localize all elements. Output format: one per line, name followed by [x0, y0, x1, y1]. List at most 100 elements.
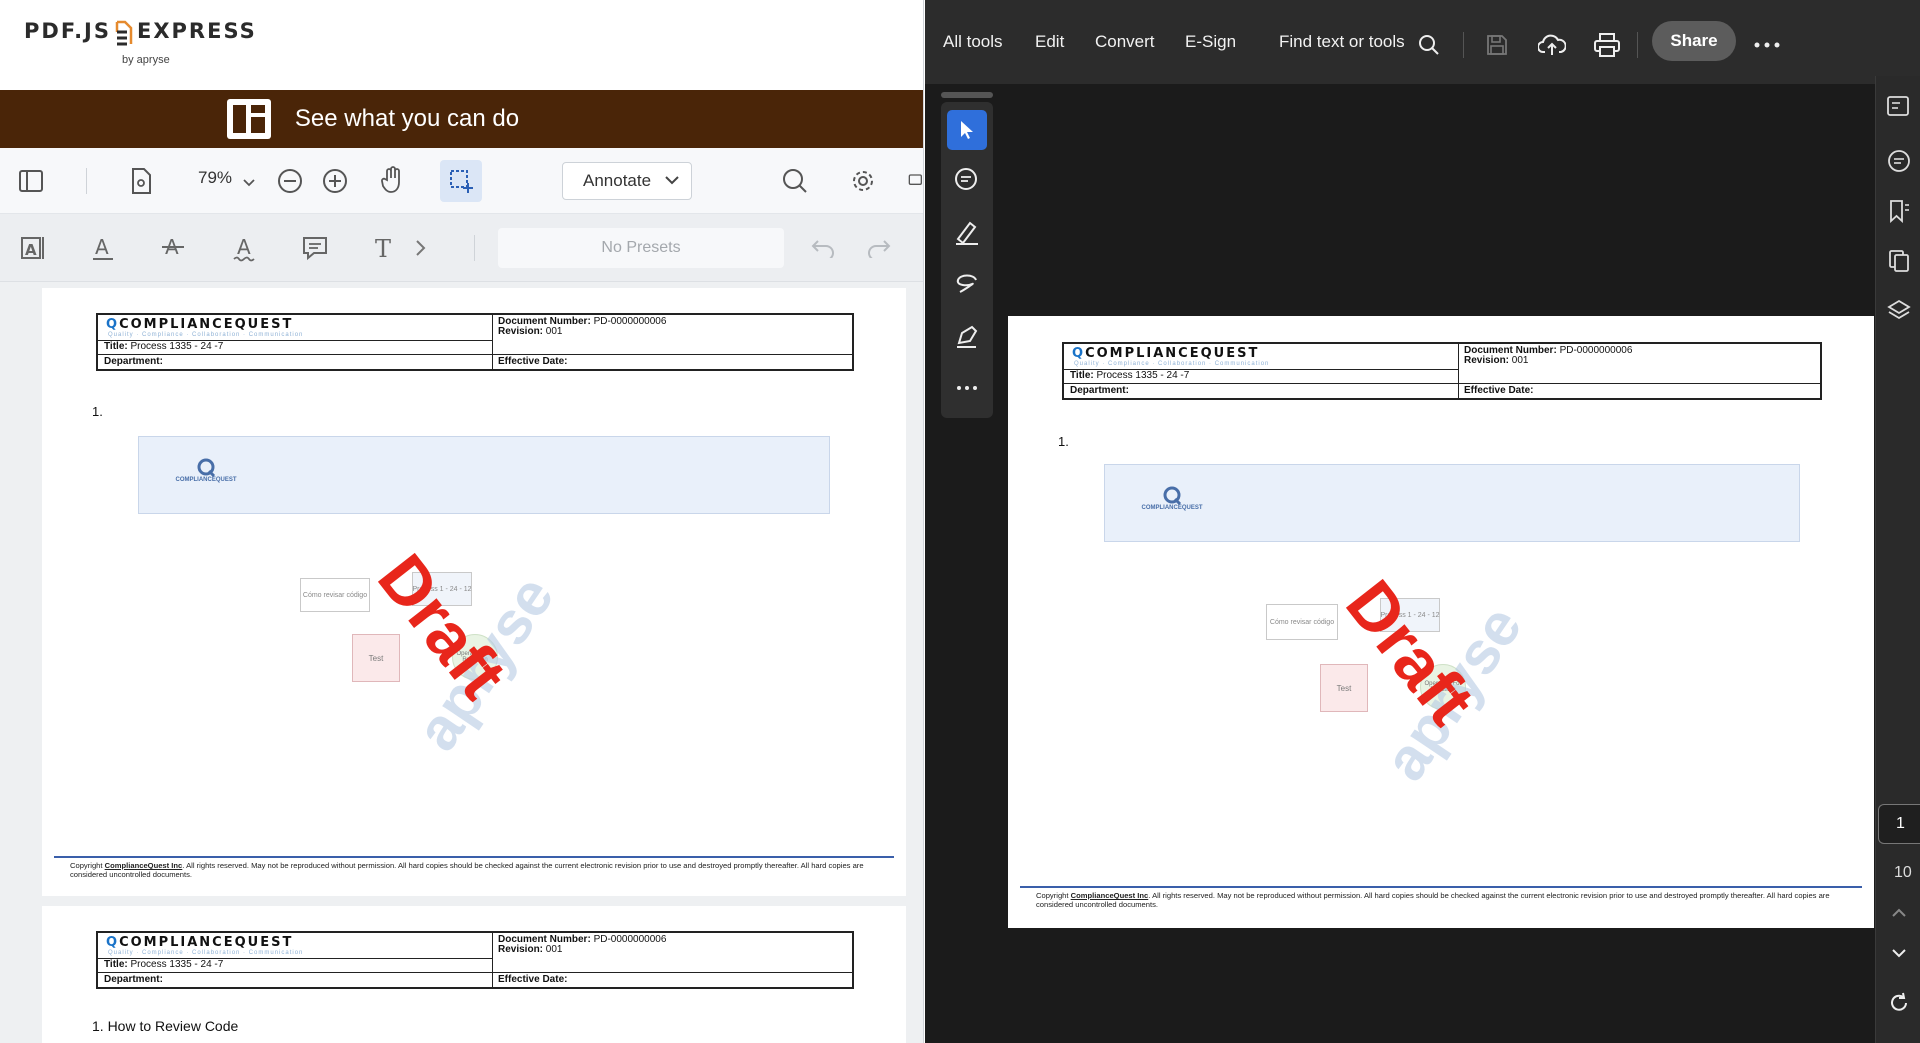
search-icon[interactable] [780, 166, 810, 196]
save-icon[interactable] [1480, 28, 1514, 62]
squiggly-text-icon[interactable]: A [230, 233, 260, 263]
strikeout-text-icon[interactable]: A [158, 233, 188, 263]
doc-department: Department: [1070, 385, 1129, 396]
highlight-pen-icon[interactable] [947, 212, 987, 252]
panel-toggle-icon[interactable] [16, 166, 46, 196]
print-icon[interactable] [1590, 28, 1624, 62]
annotation-toolbar: A A A A T No Presets [0, 214, 923, 282]
svg-text:A: A [95, 235, 109, 259]
menu-esign[interactable]: E-Sign [1185, 32, 1236, 52]
left-header: PDF.JS EXPRESS by apryse [0, 0, 923, 90]
list-item-number: 1. [92, 404, 103, 419]
mode-dropdown-label: Annotate [583, 171, 652, 190]
edit-pdf-panel-icon[interactable] [1884, 92, 1914, 122]
doc-effective-date: Effective Date: [498, 974, 568, 985]
search-icon[interactable] [1412, 28, 1446, 62]
free-text-icon[interactable]: T [370, 233, 400, 263]
logo-subtitle: by apryse [122, 54, 170, 66]
zoom-level[interactable]: 79% [198, 168, 232, 188]
undo-icon[interactable] [808, 233, 838, 263]
add-comment-icon[interactable] [947, 160, 987, 200]
rotate-refresh-icon[interactable] [1884, 988, 1914, 1018]
pdf-page-2: QCOMPLIANCEQUEST Quality · Compliance · … [42, 906, 906, 1043]
copyright-footer: Copyright ComplianceQuest Inc. All right… [1036, 891, 1830, 909]
logo-text-right: EXPRESS [137, 19, 257, 43]
zoom-in-icon[interactable] [320, 166, 350, 196]
logo-tagline: Quality · Compliance · Collaboration · C… [108, 332, 304, 338]
text-box-icon[interactable]: A [18, 233, 48, 263]
layers-icon[interactable] [1884, 296, 1914, 326]
menu-convert[interactable]: Convert [1095, 32, 1155, 52]
zoom-chevron-down-icon[interactable] [234, 168, 264, 198]
comment-note-icon[interactable] [300, 233, 330, 263]
menu-edit[interactable]: Edit [1035, 32, 1064, 52]
doc-effective-date: Effective Date: [1464, 385, 1534, 396]
diagram-box: Cómo revisar código [1266, 604, 1338, 640]
toolbar-divider [86, 168, 87, 194]
redo-icon[interactable] [864, 233, 894, 263]
find-text-or-tools[interactable]: Find text or tools [1279, 32, 1405, 52]
page-view-icon[interactable] [126, 166, 156, 196]
compliancequest-logo: QCOMPLIANCEQUEST [106, 935, 294, 950]
doc-title: Title: Process 1335 - 24 -7 [1070, 370, 1190, 381]
test-box: Test [352, 634, 400, 682]
next-page-icon[interactable] [1884, 938, 1914, 968]
more-tools-chevron-right-icon[interactable] [406, 233, 436, 263]
mode-dropdown[interactable]: Annotate [562, 162, 692, 200]
underline-text-icon[interactable]: A [88, 233, 118, 263]
diagram-box: Cómo revisar código [300, 578, 370, 612]
menu-all-tools[interactable]: All tools [943, 32, 1003, 52]
zoom-out-icon[interactable] [275, 166, 305, 196]
document-viewport[interactable]: QCOMPLIANCEQUEST Quality · Compliance · … [0, 282, 923, 1043]
embedded-logo: COMPLIANCEQUEST [161, 457, 251, 483]
style-presets-field[interactable]: No Presets [498, 228, 784, 268]
acrobat-menu-bar: All tools Edit Convert E-Sign Find text … [925, 10, 1920, 84]
more-tools-icon[interactable] [947, 368, 987, 408]
current-page-input[interactable]: 1 [1878, 804, 1920, 844]
main-toolbar: 79% Annotate [0, 148, 923, 214]
quick-tools-panel [941, 102, 993, 418]
region-select-icon[interactable] [440, 160, 482, 202]
sign-pen-icon[interactable] [947, 316, 987, 356]
tab-strip [925, 0, 1920, 10]
bookmarks-icon[interactable] [1884, 196, 1914, 226]
pdfjs-express-logo[interactable]: PDF.JS EXPRESS by apryse [24, 18, 257, 66]
previous-page-icon[interactable] [1884, 898, 1914, 928]
test-box: Test [1320, 664, 1368, 712]
acrobat-right-sidebar: 1 10 [1875, 76, 1920, 1043]
doc-revision: Revision: 001 [1464, 355, 1529, 366]
cloud-upload-icon[interactable] [1535, 28, 1569, 62]
list-item-number: 1. [1058, 434, 1069, 449]
comments-panel-icon[interactable] [908, 166, 923, 196]
pages-thumbnails-icon[interactable] [1884, 246, 1914, 276]
embedded-image-box: COMPLIANCEQUEST [1104, 464, 1800, 542]
promo-banner[interactable]: See what you can do [0, 90, 923, 148]
settings-gear-icon[interactable] [848, 166, 878, 196]
draw-freehand-icon[interactable] [947, 264, 987, 304]
doc-effective-date: Effective Date: [498, 356, 568, 367]
doc-title: Title: Process 1335 - 24 -7 [104, 959, 224, 970]
pan-hand-icon[interactable] [378, 165, 408, 195]
footer-divider [54, 856, 894, 858]
share-button[interactable]: Share [1652, 21, 1736, 61]
svg-text:A: A [25, 241, 37, 259]
compliancequest-logo: QCOMPLIANCEQUEST [106, 317, 294, 332]
svg-text:A: A [237, 235, 251, 259]
doc-department: Department: [104, 974, 163, 985]
embedded-image-box: COMPLIANCEQUEST [138, 436, 830, 514]
doc-title: Title: Process 1335 - 24 -7 [104, 341, 224, 352]
more-options-icon[interactable] [1750, 28, 1784, 62]
logo-text-left: PDF.JS [24, 19, 111, 43]
chevron-down-icon [665, 175, 679, 185]
comments-panel-icon[interactable] [1884, 146, 1914, 176]
banner-text: See what you can do [294, 105, 520, 132]
logo-mark-icon [113, 18, 135, 46]
toolbar-divider [474, 235, 475, 261]
doc-revision: Revision: 001 [498, 326, 563, 337]
pdfjs-express-pane: PDF.JS EXPRESS by apryse See what you ca… [0, 0, 924, 1043]
toolbar-grip[interactable] [941, 92, 993, 98]
layout-panel-icon [225, 97, 273, 141]
pdf-page-1: QCOMPLIANCEQUEST Quality · Compliance · … [42, 288, 906, 896]
logo-tagline: Quality · Compliance · Collaboration · C… [1074, 361, 1270, 367]
select-cursor-icon[interactable] [947, 110, 987, 150]
